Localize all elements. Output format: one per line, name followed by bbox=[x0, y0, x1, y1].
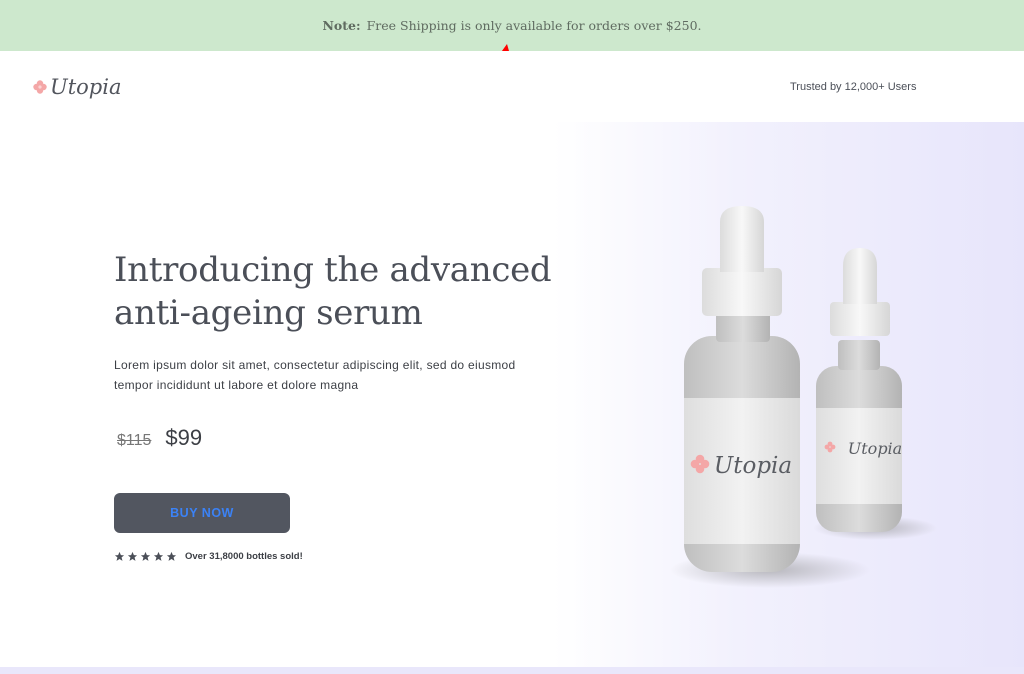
star-icon bbox=[153, 551, 164, 561]
site-header: Utopia Trusted by 12,000+ Users bbox=[0, 51, 1024, 122]
small-bottle-label: Utopia bbox=[848, 439, 902, 458]
rating-stars bbox=[114, 551, 177, 562]
hero-description: Lorem ipsum dolor sit amet, consectetur … bbox=[114, 358, 516, 392]
social-proof: Over 31,8000 bottles sold! bbox=[114, 551, 303, 562]
notice-label: Note: bbox=[322, 18, 361, 33]
logo-text: Utopia bbox=[50, 75, 122, 99]
large-bottle-label: Utopia bbox=[714, 453, 792, 479]
logo[interactable]: Utopia bbox=[32, 75, 121, 99]
next-section-edge bbox=[0, 667, 1024, 674]
star-icon bbox=[114, 551, 125, 561]
new-price: $99 bbox=[165, 425, 203, 450]
star-icon bbox=[166, 551, 177, 561]
product-image: Utopia Utopia bbox=[670, 206, 937, 588]
trusted-users-text: Trusted by 12,000+ Users bbox=[790, 81, 917, 93]
hero-title: Introducing the advanced anti-ageing ser… bbox=[114, 250, 552, 333]
notice-text: Free Shipping is only available for orde… bbox=[366, 18, 702, 33]
star-icon bbox=[140, 551, 151, 561]
old-price: $115 bbox=[117, 432, 152, 449]
star-icon bbox=[127, 551, 138, 561]
price-block: $115 $99 bbox=[117, 425, 202, 451]
bottles-sold-text: Over 31,8000 bottles sold! bbox=[185, 551, 303, 562]
flower-icon bbox=[33, 80, 47, 94]
buy-now-button[interactable]: BUY NOW bbox=[114, 493, 290, 533]
